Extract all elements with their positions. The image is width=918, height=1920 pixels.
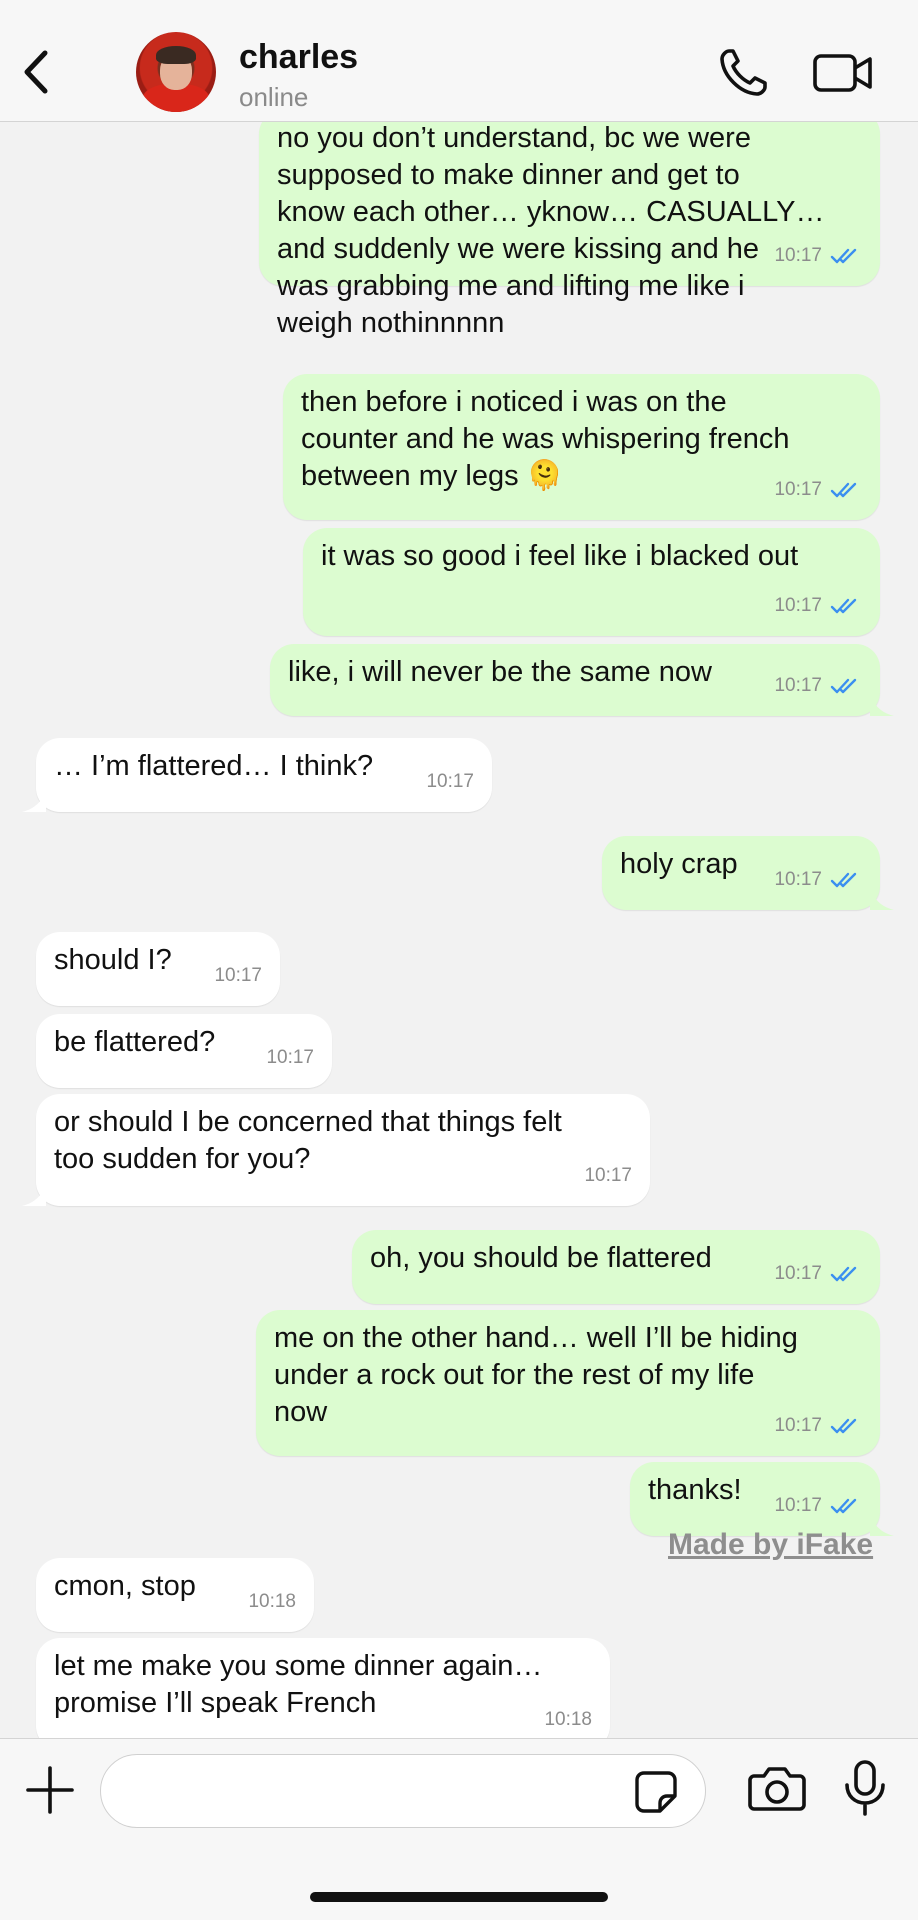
double-check-icon	[830, 1418, 857, 1433]
voice-call-button[interactable]	[716, 46, 770, 100]
double-check-icon	[830, 598, 857, 613]
message-time: 10:17	[774, 1415, 822, 1436]
double-check-icon	[830, 872, 857, 887]
message-time: 10:17	[774, 595, 822, 616]
watermark-link[interactable]: Made by iFake	[668, 1528, 873, 1562]
microphone-button[interactable]	[840, 1760, 890, 1816]
message-time: 10:17	[774, 675, 822, 696]
double-check-icon	[830, 1498, 857, 1513]
message-text: or should I be concerned that things fel…	[54, 1106, 562, 1175]
double-check-icon	[830, 678, 857, 693]
message-outgoing[interactable]: no you don’t understand, bc we were supp…	[259, 122, 880, 339]
message-incoming[interactable]: cmon, stop 10:18	[36, 1558, 314, 1632]
sticker-button[interactable]	[634, 1770, 678, 1814]
message-time: 10:17	[426, 771, 474, 792]
message-outgoing[interactable]: then before i noticed i was on the count…	[283, 374, 880, 520]
message-time: 10:18	[544, 1709, 592, 1730]
back-button[interactable]	[14, 44, 58, 100]
double-check-icon	[830, 248, 857, 263]
message-outgoing[interactable]: it was so good i feel like i blacked out…	[303, 528, 880, 636]
camera-button[interactable]	[748, 1764, 806, 1812]
microphone-icon	[845, 1760, 885, 1816]
message-outgoing[interactable]: holy crap 10:17	[602, 836, 894, 910]
message-time: 10:17	[774, 479, 822, 500]
message-time: 10:17	[774, 1263, 822, 1284]
contact-status: online	[239, 82, 309, 112]
message-outgoing[interactable]: like, i will never be the same now 10:17	[270, 644, 894, 716]
attach-button[interactable]	[24, 1764, 76, 1816]
chat-header: charles online	[0, 0, 918, 122]
message-time: 10:18	[248, 1591, 296, 1612]
message-time: 10:17	[584, 1165, 632, 1186]
video-call-button[interactable]	[812, 50, 874, 96]
message-outgoing[interactable]: oh, you should be flattered 10:17	[352, 1230, 880, 1304]
contact-name[interactable]: charles	[239, 38, 358, 77]
phone-icon	[720, 49, 767, 96]
message-text: … I’m flattered… I think?	[54, 750, 374, 782]
home-indicator[interactable]	[310, 1892, 608, 1902]
message-incoming[interactable]: let me make you some dinner again… promi…	[36, 1638, 610, 1738]
double-check-icon	[830, 482, 857, 497]
message-incoming[interactable]: … I’m flattered… I think? 10:17	[22, 738, 492, 812]
message-text: let me make you some dinner again… promi…	[54, 1650, 543, 1719]
message-incoming[interactable]: should I? 10:17	[36, 932, 280, 1006]
message-time: 10:17	[214, 965, 262, 986]
message-list[interactable]: no you don’t understand, bc we were supp…	[0, 122, 918, 1738]
video-camera-icon	[813, 54, 872, 92]
message-outgoing[interactable]: thanks! 10:17	[630, 1462, 894, 1536]
plus-icon	[26, 1766, 74, 1814]
message-outgoing[interactable]: me on the other hand… well I’ll be hidin…	[256, 1310, 880, 1456]
sticker-icon	[635, 1771, 677, 1813]
avatar[interactable]	[136, 32, 216, 112]
message-text: no you don’t understand, bc we were supp…	[277, 122, 825, 339]
message-incoming[interactable]: or should I be concerned that things fel…	[22, 1094, 650, 1206]
message-input[interactable]	[100, 1754, 706, 1828]
camera-icon	[748, 1767, 806, 1811]
message-time: 10:17	[774, 1495, 822, 1516]
message-time: 10:17	[774, 245, 822, 266]
double-check-icon	[830, 1266, 857, 1281]
message-text: it was so good i feel like i blacked out	[321, 540, 799, 572]
message-incoming[interactable]: be flattered? 10:17	[36, 1014, 332, 1088]
message-time: 10:17	[266, 1047, 314, 1068]
message-time: 10:17	[774, 869, 822, 890]
back-arrow-icon	[24, 50, 48, 94]
